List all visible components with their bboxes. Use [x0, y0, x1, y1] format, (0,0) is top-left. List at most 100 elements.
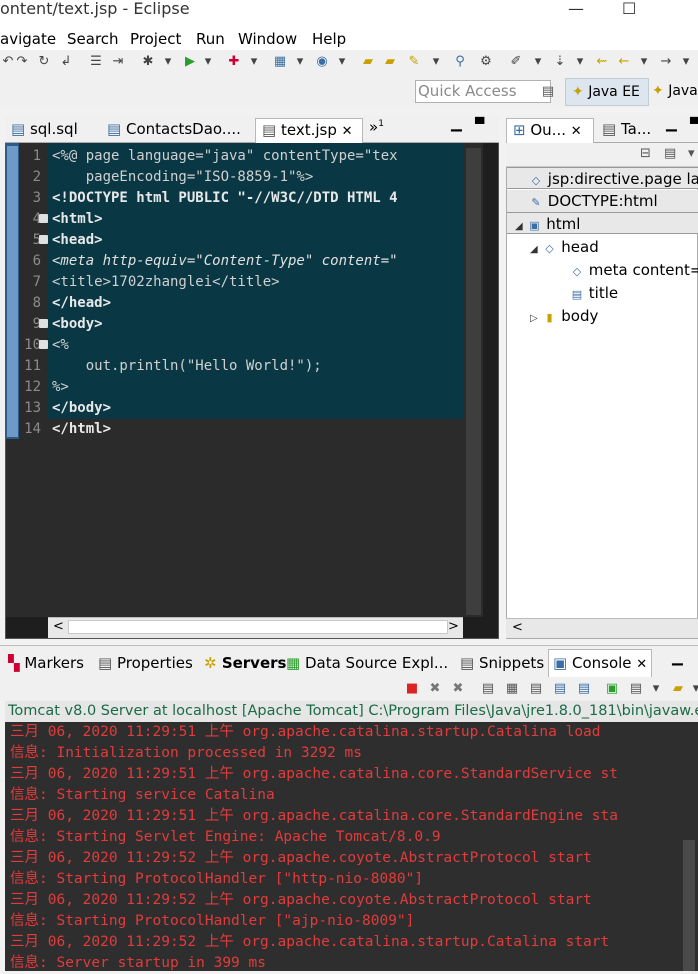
next-annotation-icon[interactable]: ⇣	[552, 54, 568, 70]
tab-text-jsp[interactable]: ▤ text.jsp ✕	[255, 118, 363, 143]
collapse-icon[interactable]: ⊟	[640, 146, 651, 161]
chevron-down-icon[interactable]: ▾	[160, 54, 176, 70]
arrow-icon[interactable]: ⇥	[110, 54, 126, 70]
tab-sql[interactable]: ▤ sql.sql	[5, 118, 78, 143]
refresh-icon[interactable]: ↻	[36, 54, 52, 70]
last-edit-icon[interactable]: ⇜	[594, 54, 610, 70]
link-icon[interactable]: ▤	[664, 146, 676, 161]
chevron-down-icon[interactable]: ▾	[678, 54, 694, 70]
close-icon[interactable]: ✕	[342, 124, 353, 139]
annotation-icon[interactable]: ✐	[508, 54, 524, 70]
back-icon[interactable]: ←	[616, 54, 632, 70]
tab-outline[interactable]: ⊞ Ou... ✕	[506, 118, 594, 143]
maximize-icon[interactable]: ▀	[475, 117, 484, 131]
menu-project[interactable]: Project	[130, 30, 181, 48]
perspective-java-ee[interactable]: ✦ Java EE	[565, 78, 649, 106]
tab-properties[interactable]: ▤ Properties	[98, 654, 193, 672]
step-icon[interactable]: ↲	[58, 54, 74, 70]
minimize-icon[interactable]: ▁	[451, 116, 462, 132]
terminate-icon[interactable]: ■	[404, 681, 420, 697]
outline-horizontal-scrollbar[interactable]: <	[506, 618, 698, 638]
chevron-down-icon[interactable]: ▾	[246, 54, 262, 70]
list-icon[interactable]: ☰	[88, 54, 104, 70]
chevron-down-icon[interactable]: ▾	[428, 54, 444, 70]
menu-help[interactable]: Help	[312, 30, 346, 48]
chevron-down-icon[interactable]: ▾	[688, 681, 698, 697]
chevron-down-icon[interactable]: ▾	[648, 681, 664, 697]
tab-data-source[interactable]: ▦ Data Source Expl...	[286, 654, 448, 672]
new-server-icon[interactable]: ▦	[272, 54, 288, 70]
view-menu-icon[interactable]: ▾	[688, 146, 695, 161]
folder-icon[interactable]: ▰	[382, 54, 398, 70]
remove-all-icon[interactable]: ✖	[450, 681, 466, 697]
close-icon[interactable]: ✕	[636, 657, 647, 672]
word-wrap-icon[interactable]: ▤	[528, 681, 544, 697]
quick-access-input[interactable]: Quick Access	[415, 80, 551, 103]
maximize-icon[interactable]: ▀	[690, 117, 698, 131]
clear-console-icon[interactable]: ▤	[480, 681, 496, 697]
tab-snippets[interactable]: ▤ Snippets	[460, 654, 544, 672]
globe-icon[interactable]: ◉	[314, 54, 330, 70]
minimize-icon[interactable]: ▁	[672, 650, 683, 666]
chevron-down-icon[interactable]: ▾	[200, 54, 216, 70]
pin-console-icon[interactable]: ▣	[604, 681, 620, 697]
display-console-icon[interactable]: ▤	[628, 681, 644, 697]
menu-window[interactable]: Window	[238, 30, 297, 48]
open-perspective-icon[interactable]: ▤	[540, 84, 556, 100]
fold-icon[interactable]	[39, 319, 48, 328]
close-icon[interactable]: ✕	[571, 124, 582, 139]
scroll-left-icon[interactable]: <	[512, 620, 523, 635]
fold-icon[interactable]	[39, 340, 48, 349]
show-stderr-icon[interactable]: ▤	[576, 681, 592, 697]
outline-item-directive[interactable]: ◇ jsp:directive.page la	[507, 167, 698, 189]
collapse-arrow-icon[interactable]: ◢	[530, 244, 538, 255]
show-stdout-icon[interactable]: ▤	[552, 681, 568, 697]
scroll-right-icon[interactable]: >	[448, 619, 459, 634]
chevron-down-icon[interactable]: ▾	[530, 54, 546, 70]
search-icon[interactable]: ⚲	[452, 54, 468, 70]
more-tabs-icon[interactable]: »1	[369, 118, 384, 136]
debug-icon[interactable]: ✱	[140, 54, 156, 70]
fold-icon[interactable]	[39, 235, 48, 244]
menu-run[interactable]: Run	[196, 30, 225, 48]
outline-item-body[interactable]: ▷ ▮ body	[530, 305, 598, 327]
scroll-lock-icon[interactable]: ▦	[504, 681, 520, 697]
editor-horizontal-scroll-thumb[interactable]	[68, 620, 448, 634]
outline-item-meta[interactable]: ◇ meta content=	[570, 259, 698, 281]
tab-markers[interactable]: ▚ Markers	[8, 654, 84, 672]
open-folder-icon[interactable]: ▰	[360, 54, 376, 70]
expand-arrow-icon[interactable]: ▷	[530, 313, 538, 324]
scroll-left-icon[interactable]: <	[53, 619, 64, 634]
console-scroll-thumb[interactable]	[683, 840, 695, 971]
outline-item-label: title	[588, 284, 619, 302]
chevron-down-icon[interactable]: ▾	[292, 54, 308, 70]
outline-item-head[interactable]: ◢ ◇ head	[530, 236, 599, 258]
fold-icon[interactable]	[39, 214, 48, 223]
chevron-down-icon[interactable]: ▾	[334, 54, 350, 70]
perspective-java[interactable]: ✦ Java	[652, 78, 698, 106]
collapse-arrow-icon[interactable]: ◢	[515, 221, 523, 232]
external-tools-icon[interactable]: ✚	[226, 54, 242, 70]
tab-contactsdao[interactable]: ▤ ContactsDao....	[101, 118, 241, 143]
tool-icon[interactable]: ⚙	[478, 54, 494, 70]
minimize-icon[interactable]: ▁	[666, 116, 677, 132]
outline-item-doctype[interactable]: ✎ DOCTYPE:html	[507, 190, 698, 212]
menu-navigate[interactable]: avigate	[0, 30, 56, 48]
minimize-icon[interactable]: —	[568, 0, 584, 18]
editor-vertical-scroll-thumb[interactable]	[466, 148, 481, 615]
tab-servers[interactable]: ✲ Servers	[204, 654, 286, 672]
chevron-down-icon[interactable]: ▾	[636, 54, 652, 70]
remove-launch-icon[interactable]: ✖	[427, 681, 443, 697]
chevron-down-icon[interactable]: ▾	[572, 54, 588, 70]
outline-item-html[interactable]: ◢ ▣ html	[507, 212, 698, 234]
run-icon[interactable]: ▶	[182, 54, 198, 70]
menu-search[interactable]: Search	[67, 30, 119, 48]
tab-console[interactable]: ▣ Console ✕	[548, 649, 653, 678]
tab-task-list[interactable]: ▤ Ta...	[596, 118, 651, 143]
forward-icon[interactable]: →	[658, 54, 674, 70]
pencil-icon[interactable]: ✎	[406, 54, 422, 70]
outline-item-title[interactable]: ▤ title	[570, 282, 618, 304]
maximize-icon[interactable]: ☐	[622, 0, 636, 18]
redo-icon[interactable]: ↷	[14, 54, 30, 70]
open-console-icon[interactable]: ▰	[670, 681, 686, 697]
